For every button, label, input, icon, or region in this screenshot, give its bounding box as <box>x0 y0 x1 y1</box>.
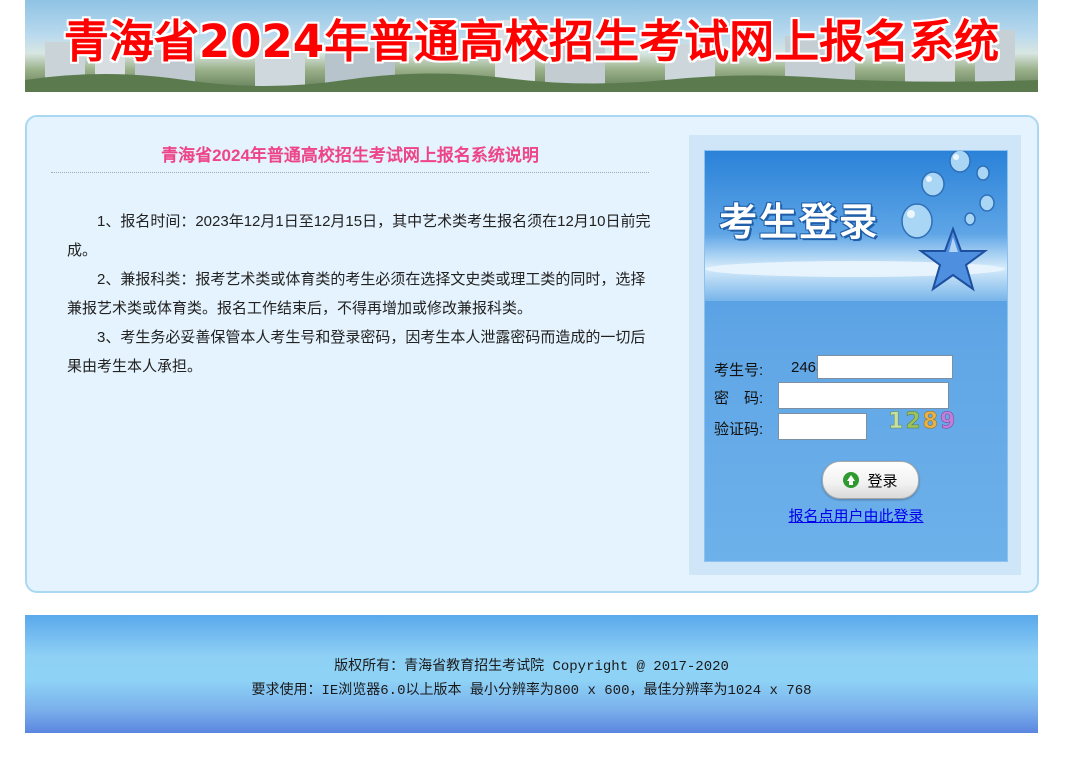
divider <box>51 172 649 173</box>
captcha-digit: 9 <box>939 409 958 435</box>
captcha-digit: 2 <box>905 409 923 435</box>
password-input[interactable] <box>778 382 949 409</box>
footer: 版权所有：青海省教育招生考试院 Copyright @ 2017-2020 要求… <box>25 615 1038 733</box>
exam-number-input[interactable] <box>817 355 953 379</box>
captcha-digit: 1 <box>888 409 906 435</box>
login-button[interactable]: 登录 <box>822 461 919 499</box>
instructions-title: 青海省2024年普通高校招生考试网上报名系统说明 <box>161 146 539 165</box>
header-banner: 青海省2024年普通高校招生考试网上报名系统 <box>25 0 1038 92</box>
login-box: 考生登录 考生号: 2463 密 码: 验证码: 1289 登录 报名点用户由此… <box>689 135 1021 575</box>
login-heading: 考生登录 <box>719 199 880 244</box>
main-panel: 青海省2024年普通高校招生考试网上报名系统说明 1、报名时间：2023年12月… <box>25 115 1039 593</box>
instruction-paragraph: 3、考生务必妥善保管本人考生号和登录密码，因考生本人泄露密码而造成的一切后果由考… <box>67 329 646 375</box>
instruction-paragraph: 1、报名时间：2023年12月1日至12月15日，其中艺术类考生报名须在12月1… <box>67 213 651 259</box>
login-panel: 考生登录 考生号: 2463 密 码: 验证码: 1289 登录 报名点用户由此… <box>704 150 1008 562</box>
captcha-input[interactable] <box>778 413 867 440</box>
page-title: 青海省2024年普通高校招生考试网上报名系统 <box>63 15 1000 68</box>
site-user-login-link[interactable]: 报名点用户由此登录 <box>705 505 1007 526</box>
captcha-digit: 8 <box>922 409 940 435</box>
instruction-paragraph: 2、兼报科类：报考艺术类或体育类的考生必须在选择文史类或理工类的同时，选择兼报艺… <box>67 271 646 317</box>
captcha-label: 验证码: <box>714 421 764 438</box>
captcha-image[interactable]: 1289 <box>888 409 958 435</box>
footer-copyright: 版权所有：青海省教育招生考试院 Copyright @ 2017-2020 <box>334 659 729 675</box>
instructions-body: 1、报名时间：2023年12月1日至12月15日，其中艺术类考生报名须在12月1… <box>67 207 651 381</box>
password-label: 密 码: <box>714 390 764 407</box>
up-arrow-icon <box>843 472 860 488</box>
footer-requirement: 要求使用：IE浏览器6.0以上版本 最小分辨率为800 x 600，最佳分辨率为… <box>251 683 812 699</box>
exam-number-label: 考生号: <box>714 362 764 379</box>
login-button-label: 登录 <box>867 472 898 490</box>
login-banner: 考生登录 <box>705 151 1007 301</box>
